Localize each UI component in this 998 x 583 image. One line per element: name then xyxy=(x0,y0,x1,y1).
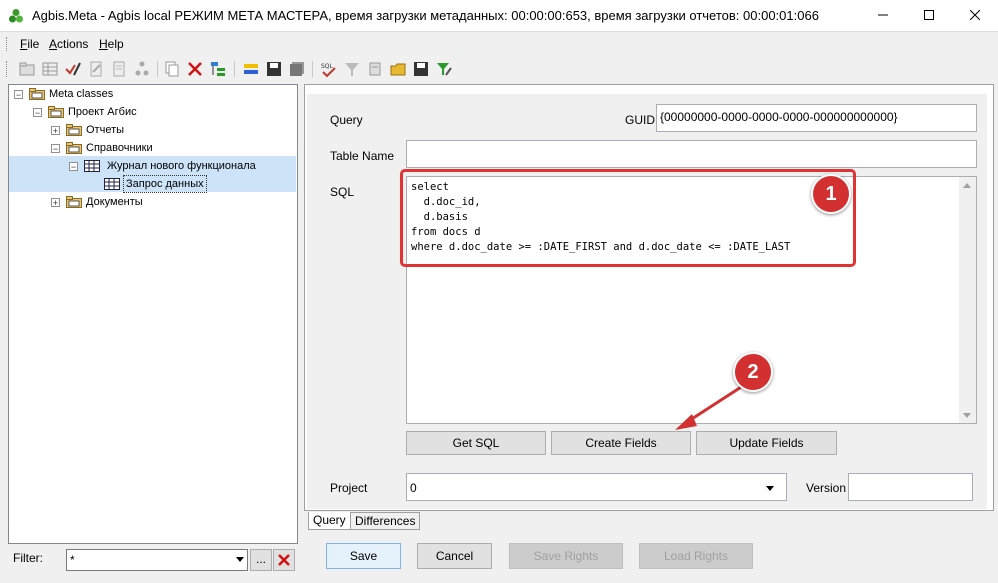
table-icon[interactable] xyxy=(41,60,59,78)
collapse-icon[interactable]: − xyxy=(14,90,23,100)
annotation-highlight-box xyxy=(400,169,856,267)
filter-label: Filter: xyxy=(13,551,43,565)
folder-icon xyxy=(29,88,45,100)
menu-actions-key: A xyxy=(49,37,58,51)
tree-item-label: Справочники xyxy=(86,142,153,154)
edit-icon[interactable] xyxy=(64,60,82,78)
folder-icon xyxy=(66,124,82,136)
menu-help-key: H xyxy=(99,37,108,51)
guid-field[interactable]: {00000000-0000-0000-0000-000000000000} xyxy=(656,104,977,132)
scroll-down-icon[interactable] xyxy=(963,413,971,418)
toolbar-grip xyxy=(6,61,10,77)
menu-actions-label: ctions xyxy=(57,37,89,51)
maximize-icon[interactable] xyxy=(906,0,952,31)
tree-item-label: Документы xyxy=(86,196,143,208)
version-field[interactable] xyxy=(848,473,973,501)
collapse-icon[interactable]: − xyxy=(33,108,42,118)
expand-icon[interactable]: + xyxy=(51,126,60,136)
annotation-badge-2: 2 xyxy=(733,352,773,392)
chevron-down-icon[interactable] xyxy=(236,557,244,562)
filter-value: * xyxy=(70,553,75,567)
close-icon[interactable] xyxy=(952,0,998,31)
project-combo[interactable]: 0 xyxy=(406,473,787,501)
query-label: Query xyxy=(330,113,363,127)
get-sql-button[interactable]: Get SQL xyxy=(406,431,546,455)
save-button[interactable]: Save xyxy=(326,543,401,569)
sql-label: SQL xyxy=(330,185,355,199)
app-icon xyxy=(8,8,24,24)
annotation-badge-1: 1 xyxy=(811,174,851,214)
filter-tool-icon[interactable] xyxy=(435,60,453,78)
collapse-icon[interactable]: − xyxy=(51,144,60,154)
doc-edit-icon[interactable] xyxy=(87,60,105,78)
tree-item-label: Meta classes xyxy=(49,88,114,100)
new-folder-icon[interactable] xyxy=(18,60,36,78)
sql-scrollbar[interactable] xyxy=(959,177,976,423)
sql-check-icon[interactable]: SQL xyxy=(320,60,338,78)
swap-icon[interactable] xyxy=(242,60,260,78)
toolbar-separator xyxy=(234,61,235,77)
grid-icon xyxy=(84,160,100,172)
collapse-icon[interactable]: − xyxy=(69,162,78,172)
folder-icon xyxy=(66,142,82,154)
menu-file-label: ile xyxy=(27,37,40,51)
doc-icon[interactable] xyxy=(110,60,128,78)
folder-icon xyxy=(48,106,64,118)
load-rights-button: Load Rights xyxy=(639,543,753,569)
tab-differences[interactable]: Differences xyxy=(350,512,421,530)
meta-tree[interactable]: − Meta classes − Проект Агбис + Отчеты −… xyxy=(8,84,298,544)
menu-bar: File Actions Help xyxy=(0,32,998,56)
scroll-up-icon[interactable] xyxy=(963,183,971,188)
toolbar-separator xyxy=(157,61,158,77)
tree-item-label: Отчеты xyxy=(86,124,125,136)
chevron-down-icon[interactable] xyxy=(766,486,774,491)
minimize-icon[interactable] xyxy=(860,0,906,31)
open-folder-icon[interactable] xyxy=(389,60,407,78)
menu-help[interactable]: Help xyxy=(99,37,124,51)
guid-value: {00000000-0000-0000-0000-000000000000} xyxy=(660,110,898,124)
save-all-icon[interactable] xyxy=(288,60,306,78)
delete-icon[interactable] xyxy=(186,60,204,78)
grid-icon xyxy=(104,178,120,190)
filter-icon[interactable] xyxy=(343,60,361,78)
guid-label: GUID xyxy=(625,113,655,127)
clear-icon xyxy=(278,554,290,566)
svg-text:SQL: SQL xyxy=(321,63,334,70)
save-rights-button: Save Rights xyxy=(509,543,623,569)
tree-icon[interactable] xyxy=(209,60,227,78)
copy-icon[interactable] xyxy=(163,60,181,78)
project-value: 0 xyxy=(410,481,417,495)
version-label: Version xyxy=(806,481,847,495)
toolbar-separator xyxy=(312,61,313,77)
export-icon[interactable] xyxy=(366,60,384,78)
project-label: Project xyxy=(330,481,368,495)
cancel-button[interactable]: Cancel xyxy=(417,543,492,569)
tree-item-label: Запрос данных xyxy=(123,175,207,193)
hierarchy-icon[interactable] xyxy=(133,60,151,78)
tree-item-label: Журнал нового функционала xyxy=(107,160,256,172)
tree-item-label: Проект Агбис xyxy=(68,106,137,118)
filter-clear-button[interactable] xyxy=(273,549,295,571)
save-icon[interactable] xyxy=(265,60,283,78)
window-title: Agbis.Meta - Agbis local РЕЖИМ МЕТА МАСТ… xyxy=(32,8,819,23)
table-name-field[interactable] xyxy=(406,140,977,168)
filter-combo[interactable]: * xyxy=(66,549,248,571)
folder-icon xyxy=(66,196,82,208)
table-name-label: Table Name xyxy=(330,149,395,163)
menu-help-label: elp xyxy=(107,37,124,51)
save-icon-2[interactable] xyxy=(412,60,430,78)
toolbar: SQL xyxy=(0,56,998,82)
title-bar: Agbis.Meta - Agbis local РЕЖИМ МЕТА МАСТ… xyxy=(0,0,998,32)
tab-query[interactable]: Query xyxy=(308,512,351,530)
expand-icon[interactable]: + xyxy=(51,198,60,208)
menu-file[interactable]: File xyxy=(20,37,39,51)
filter-browse-button[interactable]: ... xyxy=(250,549,272,571)
menu-actions[interactable]: Actions xyxy=(49,37,88,51)
menu-grip xyxy=(6,37,10,51)
